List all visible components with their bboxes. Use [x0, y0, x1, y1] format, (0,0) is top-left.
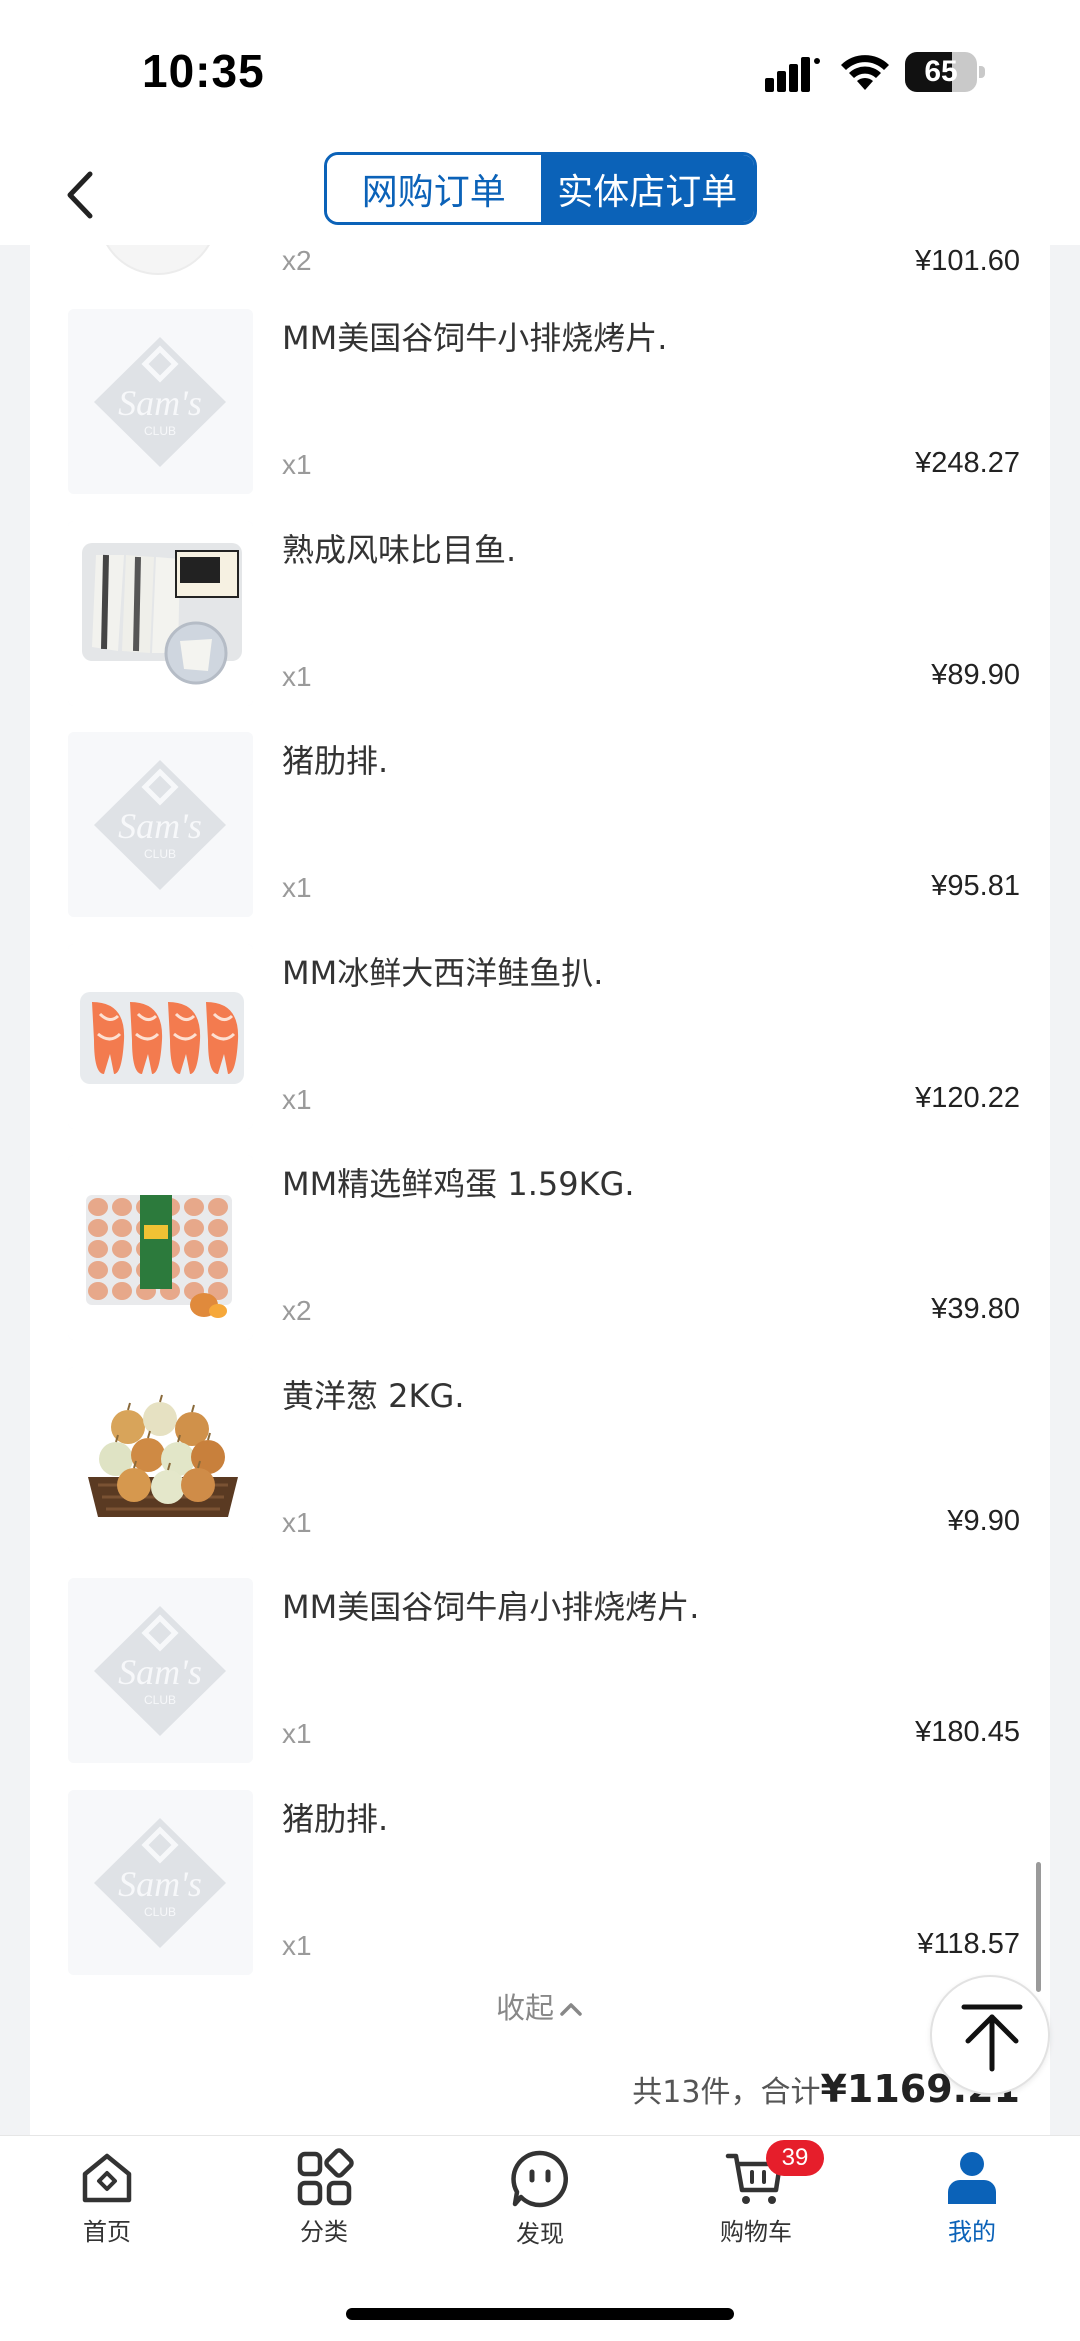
nav-header: 网购订单 实体店订单: [0, 150, 1080, 245]
product-thumbnail[interactable]: Sam's CLUB: [68, 732, 253, 917]
tab-mine[interactable]: 我的: [902, 2148, 1042, 2258]
order-item[interactable]: Sam's CLUB MM美国谷饲牛小排烧烤片. x1 ¥248.27: [30, 309, 1050, 520]
tab-online-orders[interactable]: 网购订单: [327, 155, 541, 222]
item-name: MM美国谷饲牛小排烧烤片.: [282, 319, 668, 357]
tab-category[interactable]: 分类: [254, 2148, 394, 2258]
product-thumbnail[interactable]: [68, 1155, 253, 1340]
svg-text:Sam's: Sam's: [118, 1652, 202, 1692]
status-time: 10:35: [142, 45, 265, 97]
tab-category-label: 分类: [300, 2218, 348, 2246]
order-item[interactable]: MM精选鲜鸡蛋 1.59KG. x2 ¥39.80: [30, 1155, 1050, 1366]
order-item[interactable]: Sam's CLUB 猪肋排. x1 ¥118.57: [30, 1789, 1050, 2001]
collapse-button[interactable]: 收起: [30, 1985, 1050, 2035]
order-item[interactable]: 黄洋葱 2KG. x1 ¥9.90: [30, 1366, 1050, 1578]
tab-mine-label: 我的: [948, 2218, 996, 2246]
item-price: ¥89.90: [931, 658, 1020, 691]
item-name: 猪肋排.: [282, 1799, 389, 1838]
chevron-up-icon: [558, 1991, 584, 2025]
order-item[interactable]: MM冰鲜大西洋鲑鱼扒. x1 ¥120.22: [30, 943, 1050, 1155]
item-qty: x1: [282, 1506, 312, 1538]
order-item[interactable]: Sam's CLUB 猪肋排. x1 ¥95.81: [30, 732, 1050, 943]
tab-home-label: 首页: [83, 2218, 131, 2246]
item-qty: x1: [282, 1083, 312, 1115]
svg-text:CLUB: CLUB: [144, 1693, 176, 1707]
sams-club-logo-icon: Sam'sCLUB: [68, 1789, 253, 1975]
item-price: ¥95.81: [931, 870, 1020, 902]
item-name: MM精选鲜鸡蛋 1.59KG.: [282, 1165, 635, 1203]
tab-cart-label: 购物车: [720, 2218, 792, 2246]
product-thumbnail[interactable]: Sam's CLUB: [68, 309, 253, 494]
battery-icon: 65: [905, 52, 985, 92]
item-qty: x1: [282, 449, 312, 480]
item-qty: x2: [282, 1295, 312, 1326]
wifi-icon: [841, 55, 889, 90]
cart-badge: 39: [766, 2140, 824, 2176]
order-items-card: x2 ¥101.60 Sam's CLUB MM美国谷饲牛小排烧烤片. x1 ¥248.…: [30, 245, 1050, 2135]
item-name: 熟成风味比目鱼.: [282, 530, 517, 569]
battery-level: 65: [924, 55, 958, 88]
svg-text:CLUB: CLUB: [144, 847, 176, 861]
product-thumbnail[interactable]: Sam's CLUB: [68, 1789, 253, 1975]
svg-text:Sam's: Sam's: [118, 806, 202, 846]
product-thumbnail[interactable]: [68, 1366, 253, 1552]
svg-text:Sam's: Sam's: [118, 383, 202, 423]
sams-club-logo-icon: Sam'sCLUB: [68, 1578, 253, 1763]
item-price: ¥101.60: [915, 245, 1020, 277]
item-price: ¥120.22: [915, 1081, 1020, 1114]
arrow-up-to-top-icon: [961, 2004, 1023, 2072]
item-price: ¥9.90: [947, 1504, 1020, 1537]
home-icon: [82, 2153, 132, 2203]
tab-home[interactable]: 首页: [37, 2148, 177, 2258]
halibut-fillet-image: [68, 520, 253, 706]
item-name: 猪肋排.: [282, 742, 389, 780]
order-item-partial[interactable]: x2 ¥101.60: [30, 245, 1050, 285]
item-qty: x1: [282, 1718, 312, 1749]
item-name: 黄洋葱 2KG.: [282, 1376, 465, 1415]
profile-icon: [948, 2152, 996, 2204]
sams-club-logo-icon: Sam'sCLUB: [68, 732, 253, 917]
item-qty: x1: [282, 872, 312, 903]
back-to-top-button[interactable]: [930, 1975, 1050, 2095]
category-icon: [297, 2148, 354, 2206]
total-count-label: 共13件，合计: [632, 2075, 821, 2110]
svg-text:CLUB: CLUB: [144, 1905, 176, 1919]
order-item[interactable]: 熟成风味比目鱼. x1 ¥89.90: [30, 520, 1050, 732]
svg-text:Sam's: Sam's: [118, 1864, 202, 1904]
tab-discover[interactable]: 发现: [470, 2148, 610, 2258]
home-indicator: [346, 2308, 734, 2320]
back-button[interactable]: [56, 164, 106, 226]
tab-store-orders[interactable]: 实体店订单: [540, 155, 754, 222]
sams-club-logo-icon: Sam'sCLUB: [68, 309, 253, 494]
tab-discover-label: 发现: [516, 2220, 564, 2248]
item-qty: x1: [282, 660, 312, 692]
product-thumbnail[interactable]: [68, 520, 253, 706]
discover-icon: [511, 2150, 569, 2208]
item-name: MM冰鲜大西洋鲑鱼扒.: [282, 953, 604, 992]
onion-basket-image: [68, 1366, 253, 1552]
svg-text:CLUB: CLUB: [144, 424, 176, 438]
scrollbar[interactable]: [1036, 1862, 1041, 1992]
item-price: ¥39.80: [931, 1293, 1020, 1325]
order-item[interactable]: Sam's CLUB MM美国谷饲牛肩小排烧烤片. x1 ¥180.45: [30, 1578, 1050, 1789]
product-thumbnail[interactable]: [68, 943, 253, 1129]
item-qty: x1: [282, 1929, 312, 1961]
item-qty: x2: [282, 245, 312, 276]
tab-cart[interactable]: 39 购物车: [686, 2140, 826, 2258]
product-thumbnail: [98, 245, 218, 275]
collapse-label: 收起: [495, 1991, 554, 2025]
product-thumbnail[interactable]: Sam's CLUB: [68, 1578, 253, 1763]
egg-carton-image: [68, 1155, 253, 1340]
item-price: ¥180.45: [915, 1716, 1020, 1748]
item-price: ¥118.57: [917, 1927, 1020, 1960]
order-type-segment: 网购订单 实体店订单: [324, 152, 757, 225]
cellular-signal-icon: [765, 57, 820, 92]
status-bar: 10:35 65: [0, 0, 1080, 150]
item-name: MM美国谷饲牛肩小排烧烤片.: [282, 1588, 700, 1626]
item-price: ¥248.27: [915, 447, 1020, 479]
salmon-steak-image: [68, 943, 253, 1129]
